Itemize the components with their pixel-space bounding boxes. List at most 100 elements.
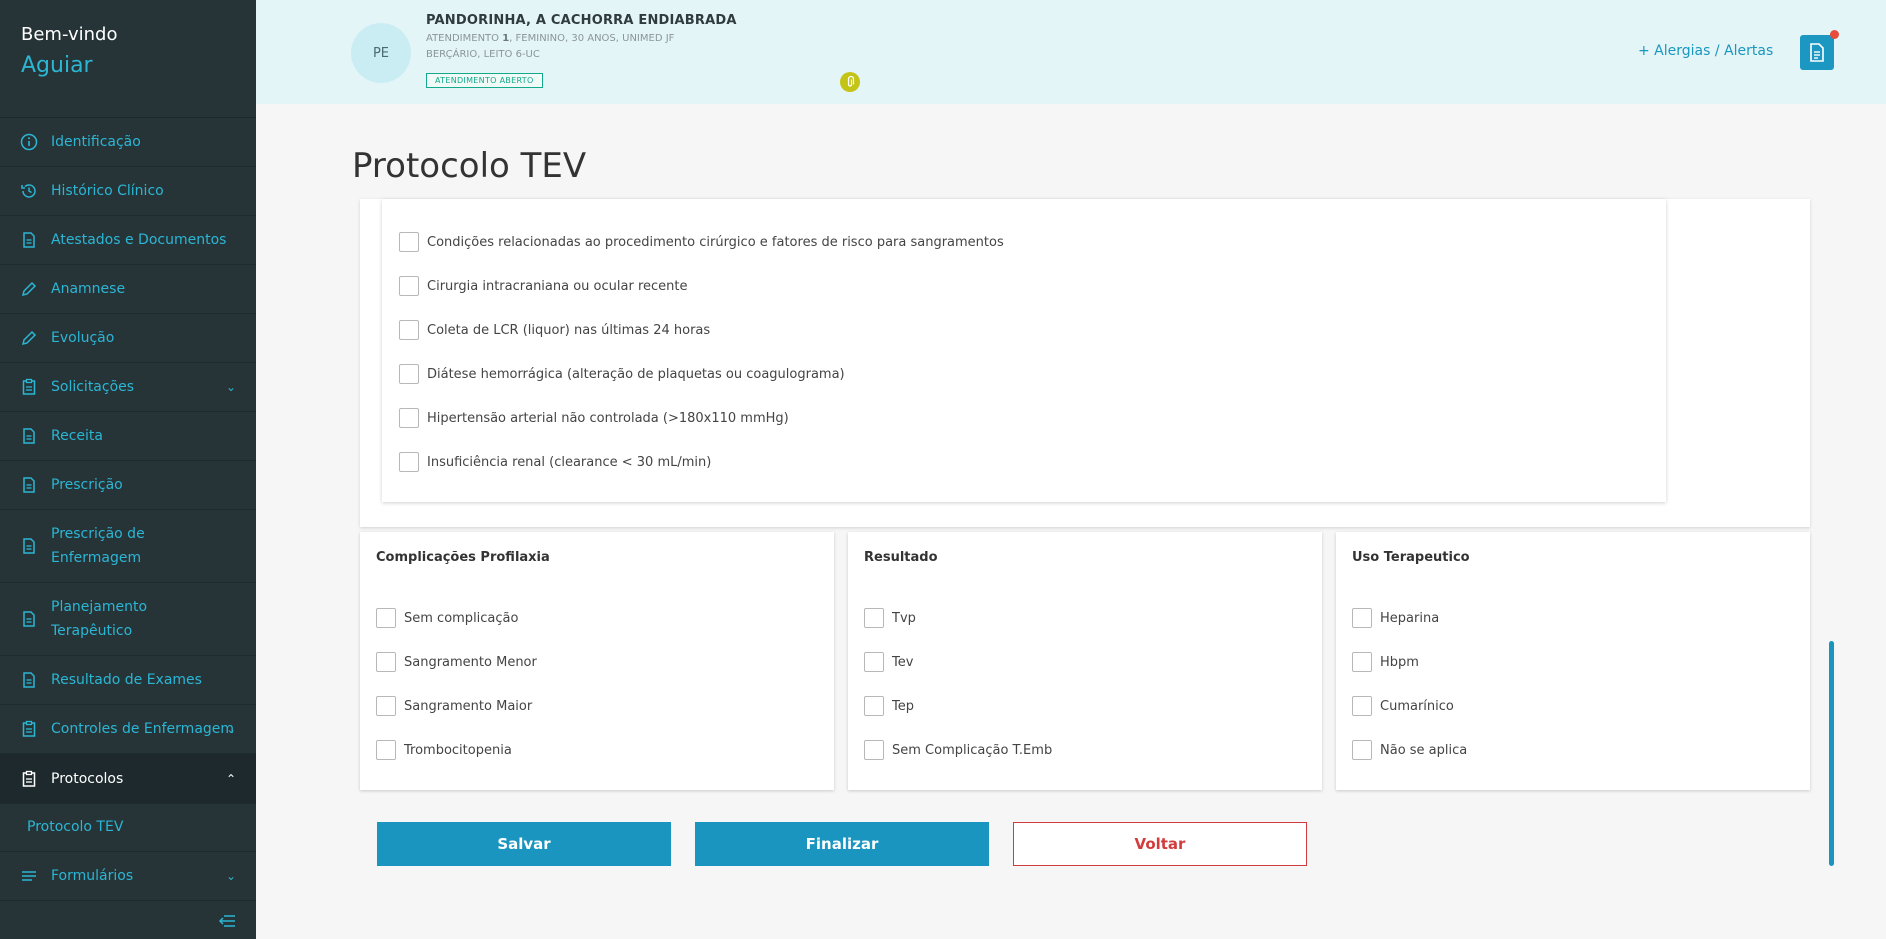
checkbox[interactable]	[1352, 740, 1372, 760]
clipboard-icon	[20, 770, 38, 788]
checkbox-row[interactable]: Cirurgia intracraniana ou ocular recente	[399, 276, 687, 296]
checkbox-row[interactable]: Diátese hemorrágica (alteração de plaque…	[399, 364, 845, 384]
panel-title: Resultado	[864, 550, 938, 565]
checkbox-label: Sem Complicação T.Emb	[892, 742, 1053, 758]
sidebar-item-resultado-exames[interactable]: Resultado de Exames	[0, 656, 256, 705]
checkbox[interactable]	[864, 696, 884, 716]
sidebar-item-label: Prescrição de Enfermagem	[51, 526, 145, 566]
checkbox-row[interactable]: Coleta de LCR (liquor) nas últimas 24 ho…	[399, 320, 710, 340]
checkbox[interactable]	[399, 452, 419, 472]
sidebar-item-label: Resultado de Exames	[51, 672, 202, 688]
checkbox-label: Tev	[892, 654, 914, 670]
panel-uso-terapeutico: Uso Terapeutico Heparina Hbpm Cumarínico…	[1336, 532, 1810, 790]
sidebar-item-label: Anamnese	[51, 281, 126, 297]
checkbox[interactable]	[376, 608, 396, 628]
checkbox-row[interactable]: Não se aplica	[1352, 740, 1467, 760]
checkbox-row[interactable]: Sangramento Menor	[376, 652, 537, 672]
sidebar-item-label: Controles de Enfermagem	[51, 721, 235, 737]
checkbox[interactable]	[399, 364, 419, 384]
sidebar-item-label: Formulários	[51, 868, 134, 884]
sidebar-item-protocolos[interactable]: Protocolos ⌃	[0, 754, 256, 804]
checkbox[interactable]	[399, 320, 419, 340]
chevron-down-icon: ⌄	[225, 869, 236, 883]
allergies-alerts-link[interactable]: + Alergias / Alertas	[1638, 43, 1773, 59]
checkbox-row[interactable]: Hipertensão arterial não controlada (>18…	[399, 408, 789, 428]
sidebar-item-receita[interactable]: Receita	[0, 412, 256, 461]
checkbox[interactable]	[864, 652, 884, 672]
sidebar-item-label: Identificação	[51, 134, 141, 150]
checkbox-row[interactable]: Tep	[864, 696, 914, 716]
checkbox-row[interactable]: Trombocitopenia	[376, 740, 512, 760]
checkbox-row[interactable]: Sem complicação	[376, 608, 518, 628]
sidebar-item-evolucao[interactable]: Evolução	[0, 314, 256, 363]
checkbox[interactable]	[1352, 608, 1372, 628]
sidebar-item-label: Atestados e Documentos	[51, 232, 227, 248]
pencil-icon	[20, 280, 38, 298]
sidebar-subitem-protocolo-tev[interactable]: Protocolo TEV	[0, 804, 256, 852]
checkbox-row[interactable]: Tvp	[864, 608, 916, 628]
sidebar-item-atestados[interactable]: Atestados e Documentos	[0, 216, 256, 265]
welcome-block: Bem-vindo Aguiar	[0, 0, 256, 118]
collapse-sidebar-icon[interactable]	[218, 914, 236, 928]
checkbox-label: Cirurgia intracraniana ou ocular recente	[427, 278, 688, 294]
sidebar-item-identificacao[interactable]: Identificação	[0, 118, 256, 167]
sidebar-item-historico[interactable]: Histórico Clínico	[0, 167, 256, 216]
document-icon	[20, 427, 38, 445]
checkbox[interactable]	[1352, 652, 1372, 672]
checkbox[interactable]	[376, 696, 396, 716]
checkbox-row[interactable]: Cumarínico	[1352, 696, 1454, 716]
patient-name: PANDORINHA, A CACHORRA ENDIABRADA	[426, 13, 737, 28]
checkbox[interactable]	[376, 652, 396, 672]
sidebar-item-prescricao-enfermagem[interactable]: Prescrição de Enfermagem	[0, 510, 256, 583]
sidebar-item-solicitacoes[interactable]: Solicitações ⌄	[0, 363, 256, 412]
notification-dot	[1830, 30, 1839, 39]
chevron-down-icon: ⌄	[225, 380, 236, 394]
sidebar-item-anamnese[interactable]: Anamnese	[0, 265, 256, 314]
page-title: Protocolo TEV	[352, 146, 587, 186]
risk-factors-card: Condições relacionadas ao procedimento c…	[360, 199, 1810, 527]
panel-resultado: Resultado Tvp Tev Tep Sem Complicação T.…	[848, 532, 1322, 790]
attachment-icon[interactable]	[840, 72, 860, 92]
checkbox-label: Sem complicação	[404, 610, 519, 626]
checkbox[interactable]	[864, 740, 884, 760]
clipboard-icon	[20, 720, 38, 738]
checkbox-label: Condições relacionadas ao procedimento c…	[427, 234, 1004, 250]
checkbox-row[interactable]: Heparina	[1352, 608, 1439, 628]
checkbox[interactable]	[399, 232, 419, 252]
checkbox-label: Cumarínico	[1380, 698, 1454, 714]
checkbox[interactable]	[864, 608, 884, 628]
checkbox[interactable]	[1352, 696, 1372, 716]
checkbox-row[interactable]: Condições relacionadas ao procedimento c…	[399, 232, 1004, 252]
save-button[interactable]: Salvar	[377, 822, 671, 866]
checkbox-label: Hbpm	[1380, 654, 1419, 670]
history-icon	[20, 182, 38, 200]
patient-header: PE PANDORINHA, A CACHORRA ENDIABRADA ATE…	[256, 0, 1886, 104]
checkbox-row[interactable]: Sangramento Maior	[376, 696, 532, 716]
checkbox-row[interactable]: Hbpm	[1352, 652, 1419, 672]
sidebar-item-prescricao[interactable]: Prescrição	[0, 461, 256, 510]
checkbox-row[interactable]: Insuficiência renal (clearance < 30 mL/m…	[399, 452, 711, 472]
attendance-suffix: , FEMININO, 30 ANOS, UNIMED JF	[509, 33, 675, 44]
sidebar: Bem-vindo Aguiar Identificação Histórico…	[0, 0, 256, 939]
documents-button[interactable]	[1800, 35, 1834, 70]
user-name: Aguiar	[21, 53, 93, 78]
finish-button[interactable]: Finalizar	[695, 822, 989, 866]
checkbox[interactable]	[399, 276, 419, 296]
document-icon	[20, 537, 38, 555]
chevron-down-icon: ⌄	[225, 722, 236, 736]
checkbox[interactable]	[376, 740, 396, 760]
checkbox-row[interactable]: Tev	[864, 652, 913, 672]
checkbox[interactable]	[399, 408, 419, 428]
scrollbar[interactable]	[1829, 641, 1834, 866]
sidebar-item-planejamento[interactable]: Planejamento Terapêutico	[0, 583, 256, 656]
checkbox-row[interactable]: Sem Complicação T.Emb	[864, 740, 1052, 760]
list-icon	[20, 867, 38, 885]
checkbox-label: Tvp	[892, 610, 916, 626]
document-icon	[20, 476, 38, 494]
sidebar-item-label: Protocolos	[51, 770, 124, 787]
sidebar-item-formularios[interactable]: Formulários ⌄	[0, 852, 256, 901]
back-button[interactable]: Voltar	[1013, 822, 1307, 866]
document-icon	[1809, 43, 1825, 62]
checkbox-label: Coleta de LCR (liquor) nas últimas 24 ho…	[427, 322, 711, 338]
sidebar-item-controles-enfermagem[interactable]: Controles de Enfermagem ⌄	[0, 705, 256, 754]
